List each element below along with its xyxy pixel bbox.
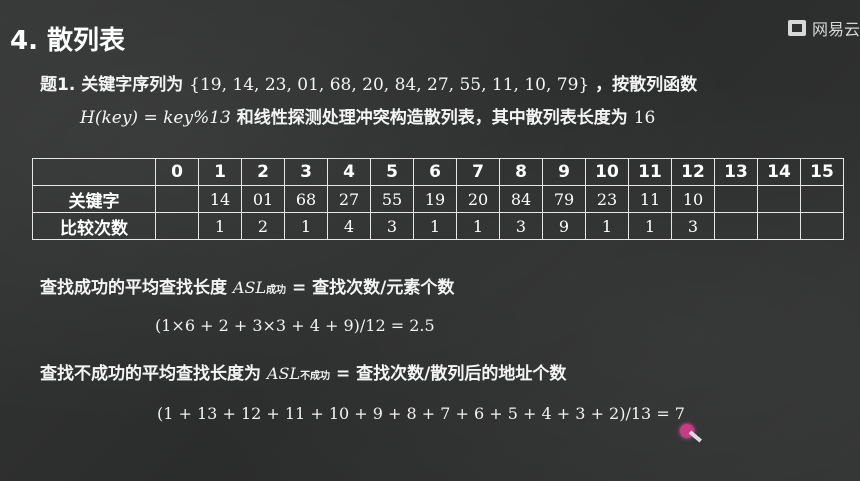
index-cell: 2 bbox=[241, 158, 285, 186]
logo-text: 网易云 bbox=[811, 20, 860, 39]
key-row: 关键字 14 01 68 27 55 19 20 84 79 23 11 10 bbox=[32, 185, 844, 213]
compare-cell: 1 bbox=[284, 212, 328, 240]
fail-asl-line: 查找不成功的平均查找长度为 ASL不成功 = 查找次数/散列后的地址个数 bbox=[40, 359, 566, 384]
netease-logo: 网易云 bbox=[787, 16, 860, 40]
index-cell: 12 bbox=[671, 158, 715, 186]
index-cell: 11 bbox=[628, 158, 672, 186]
question-line-2: H(key) = key%13 和线性探测处理冲突构造散列表，其中散列表长度为 … bbox=[80, 103, 655, 128]
fail-asl: ASL bbox=[266, 364, 301, 383]
compare-cell: 4 bbox=[327, 212, 371, 240]
success-formula: (1×6 + 2 + 3×3 + 4 + 9)/12 = 2.5 bbox=[155, 316, 435, 335]
key-cell: 84 bbox=[499, 185, 543, 213]
compare-cell: 1 bbox=[198, 212, 242, 240]
index-cell: 4 bbox=[327, 158, 371, 186]
compare-cell bbox=[155, 212, 199, 240]
key-cell bbox=[714, 185, 758, 213]
key-row-label: 关键字 bbox=[32, 185, 156, 213]
success-asl-line: 查找成功的平均查找长度 ASL成功 = 查找次数/元素个数 bbox=[40, 273, 454, 298]
compare-cell: 3 bbox=[671, 212, 715, 240]
key-cell: 01 bbox=[241, 185, 285, 213]
question-suffix: ，按散列函数 bbox=[595, 75, 698, 95]
compare-cell bbox=[800, 212, 844, 240]
fail-eq: = 查找次数/散列后的地址个数 bbox=[335, 364, 567, 384]
success-asl-sub: 成功 bbox=[266, 285, 287, 296]
hash-function: H(key) = key%13 bbox=[80, 108, 231, 128]
fail-label: 查找不成功的平均查找长度为 bbox=[40, 364, 261, 384]
key-cell: 10 bbox=[671, 185, 715, 213]
index-cell: 10 bbox=[585, 158, 629, 186]
index-cell: 0 bbox=[155, 158, 199, 186]
slide-title: 4. 散列表 bbox=[10, 26, 126, 56]
question-prefix: 题1. 关键字序列为 bbox=[40, 75, 184, 95]
key-cell bbox=[800, 185, 844, 213]
key-cell: 79 bbox=[542, 185, 586, 213]
key-cell: 55 bbox=[370, 185, 414, 213]
index-cell: 6 bbox=[413, 158, 457, 186]
compare-row-label: 比较次数 bbox=[32, 212, 156, 240]
hash-table: 0 1 2 3 4 5 6 7 8 9 10 11 12 13 14 15 关键… bbox=[32, 158, 844, 240]
table-length: 16 bbox=[633, 108, 656, 128]
key-cell: 23 bbox=[585, 185, 629, 213]
success-label: 查找成功的平均查找长度 bbox=[40, 278, 227, 298]
key-cell: 27 bbox=[327, 185, 371, 213]
compare-row: 比较次数 1 2 1 4 3 1 1 3 9 1 1 3 bbox=[32, 212, 844, 240]
index-cell: 3 bbox=[284, 158, 328, 186]
compare-cell: 1 bbox=[628, 212, 672, 240]
compare-cell bbox=[714, 212, 758, 240]
logo-icon bbox=[787, 20, 806, 36]
key-cell: 19 bbox=[413, 185, 457, 213]
index-cell: 7 bbox=[456, 158, 500, 186]
key-cell: 14 bbox=[198, 185, 242, 213]
index-cell: 15 bbox=[800, 158, 844, 186]
fail-formula: (1 + 13 + 12 + 11 + 10 + 9 + 8 + 7 + 6 +… bbox=[157, 404, 685, 423]
index-cell: 9 bbox=[542, 158, 586, 186]
index-cell: 13 bbox=[714, 158, 758, 186]
corner-cell bbox=[32, 158, 156, 186]
compare-cell: 1 bbox=[413, 212, 457, 240]
index-row: 0 1 2 3 4 5 6 7 8 9 10 11 12 13 14 15 bbox=[32, 158, 844, 186]
compare-cell bbox=[757, 212, 801, 240]
key-cell bbox=[155, 185, 199, 213]
key-cell bbox=[757, 185, 801, 213]
key-sequence: {19, 14, 23, 01, 68, 20, 84, 27, 55, 11,… bbox=[189, 75, 590, 95]
compare-cell: 1 bbox=[456, 212, 500, 240]
question-line-1: 题1. 关键字序列为 {19, 14, 23, 01, 68, 20, 84, … bbox=[40, 70, 697, 95]
index-cell: 8 bbox=[499, 158, 543, 186]
fail-asl-sub: 不成功 bbox=[300, 371, 331, 382]
key-cell: 11 bbox=[628, 185, 672, 213]
compare-cell: 3 bbox=[370, 212, 414, 240]
compare-cell: 1 bbox=[585, 212, 629, 240]
compare-cell: 3 bbox=[499, 212, 543, 240]
key-cell: 20 bbox=[456, 185, 500, 213]
question-line2-text: 和线性探测处理冲突构造散列表，其中散列表长度为 bbox=[236, 108, 628, 128]
key-cell: 68 bbox=[284, 185, 328, 213]
success-asl: ASL bbox=[232, 278, 267, 297]
index-cell: 1 bbox=[198, 158, 242, 186]
success-eq: = 查找次数/元素个数 bbox=[291, 278, 455, 298]
compare-cell: 9 bbox=[542, 212, 586, 240]
index-cell: 14 bbox=[757, 158, 801, 186]
compare-cell: 2 bbox=[241, 212, 285, 240]
index-cell: 5 bbox=[370, 158, 414, 186]
